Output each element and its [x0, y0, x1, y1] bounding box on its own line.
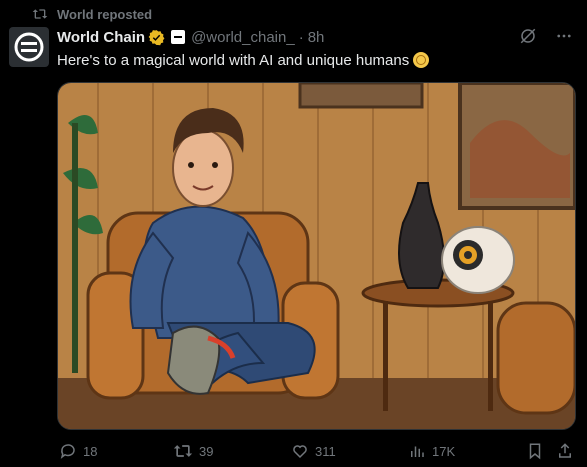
world-chain-logo-icon	[14, 32, 44, 62]
illustration-man-in-armchair-with-orb-device	[58, 83, 575, 429]
like-button[interactable]: 311	[291, 441, 336, 461]
repost-icon	[32, 9, 48, 19]
views-chart-icon	[411, 446, 424, 457]
like-count: 311	[315, 443, 336, 459]
author-name[interactable]: World Chain	[57, 29, 145, 46]
bookmark-button[interactable]	[526, 441, 550, 461]
repost-label: World reposted	[57, 6, 153, 22]
tweet-header: World Chain @world_chain_ · 8h	[57, 27, 324, 47]
tweet-tools	[519, 27, 573, 45]
heart-icon	[293, 445, 307, 459]
share-button[interactable]	[556, 441, 580, 461]
views-count: 17K	[432, 443, 456, 459]
tweet-body: Here's to a magical world with AI and un…	[57, 52, 410, 69]
share-icon	[559, 443, 571, 458]
tweet-media-image[interactable]	[57, 82, 576, 430]
reply-count: 18	[83, 443, 98, 459]
tweet-actions: 18 39 311 17K	[57, 441, 577, 461]
retweet-icon	[173, 445, 193, 457]
repost-indicator[interactable]: World reposted	[32, 5, 152, 23]
author-handle[interactable]: @world_chain_	[191, 29, 295, 46]
reply-button[interactable]: 18	[59, 441, 97, 461]
bookmark-icon	[529, 443, 541, 460]
smiling-emoji-icon	[413, 52, 430, 68]
separator: ·	[298, 28, 304, 46]
tweet-text: Here's to a magical world with AI and un…	[57, 51, 430, 71]
grok-icon[interactable]	[519, 27, 537, 45]
timestamp[interactable]: 8h	[308, 29, 325, 46]
avatar[interactable]	[9, 27, 49, 67]
more-options-icon[interactable]	[555, 27, 573, 45]
views-button[interactable]: 17K	[408, 441, 455, 461]
repost-count: 39	[199, 443, 214, 459]
reply-icon	[60, 444, 75, 459]
affiliate-badge-icon[interactable]	[171, 30, 186, 44]
repost-button[interactable]: 39	[173, 441, 213, 461]
verified-badge-icon[interactable]	[148, 29, 165, 46]
